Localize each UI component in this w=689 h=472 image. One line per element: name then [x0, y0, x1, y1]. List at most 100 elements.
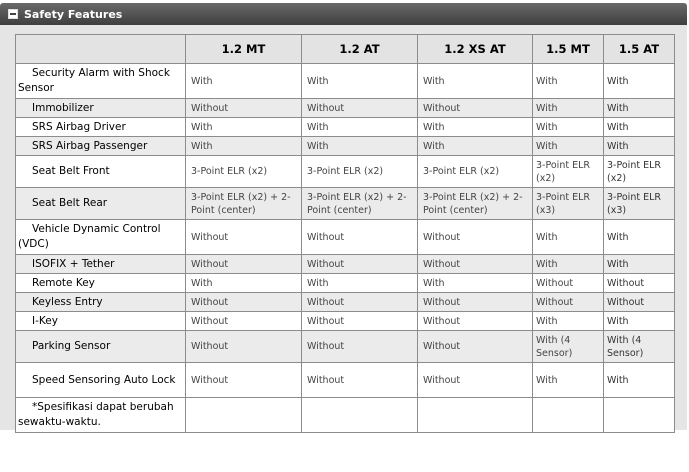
feature-value: With — [301, 273, 418, 293]
feature-label: SRS Airbag Passenger — [15, 136, 186, 156]
feature-value: Without — [417, 362, 533, 398]
feature-value: With — [417, 117, 533, 137]
table-row: Seat Belt Rear 3-Point ELR (x2) + 2-Point… — [15, 187, 675, 220]
footnote-empty-cell — [532, 397, 604, 433]
feature-value: Without — [301, 292, 418, 312]
feature-value: With — [603, 63, 675, 99]
feature-label: Remote Key — [15, 273, 186, 293]
safety-features-panel: Safety Features 1.2 MT 1.2 AT 1.2 XS AT … — [0, 0, 687, 433]
feature-label: Parking Sensor — [15, 330, 186, 363]
column-header: 1.2 MT — [185, 34, 302, 64]
feature-value: Without — [301, 311, 418, 331]
feature-value: With — [603, 254, 675, 274]
feature-value: With — [417, 136, 533, 156]
feature-value: With — [603, 219, 675, 255]
feature-label: Vehicle Dynamic Control (VDC) — [15, 219, 186, 255]
feature-value: With — [185, 136, 302, 156]
section-title: Safety Features — [24, 7, 123, 21]
feature-value: Without — [532, 273, 604, 293]
column-header: 1.5 MT — [532, 34, 604, 64]
feature-value: With — [532, 136, 604, 156]
feature-value: With — [417, 273, 533, 293]
feature-value: With — [417, 63, 533, 99]
header-blank — [15, 34, 186, 64]
feature-value: With — [603, 98, 675, 118]
feature-value: With — [301, 117, 418, 137]
footnote-row: *Spesifikasi dapat berubah sewaktu-waktu… — [15, 397, 675, 433]
feature-value: Without — [301, 362, 418, 398]
feature-value: 3-Point ELR (x3) — [532, 187, 604, 220]
feature-value: With — [532, 63, 604, 99]
column-header: 1.5 AT — [603, 34, 675, 64]
feature-value: With — [185, 273, 302, 293]
feature-value: With — [603, 362, 675, 398]
table-row: Immobilizer Without Without Without With With — [15, 98, 675, 118]
feature-value: Without — [301, 330, 418, 363]
feature-value: Without — [185, 292, 302, 312]
feature-value: Without — [417, 219, 533, 255]
feature-label: ISOFIX + Tether — [15, 254, 186, 274]
table-row: Security Alarm with Shock Sensor With With… — [15, 63, 675, 99]
feature-value: 3-Point ELR (x2) — [532, 155, 604, 188]
feature-value: 3-Point ELR (x2) — [603, 155, 675, 188]
feature-value: Without — [417, 311, 533, 331]
feature-value: With — [532, 98, 604, 118]
feature-label-text: Speed Sensoring Auto Lock — [32, 373, 176, 386]
feature-label-text: Seat Belt Rear — [32, 197, 108, 209]
feature-label: I-Key — [15, 311, 186, 331]
feature-value: With — [301, 136, 418, 156]
column-header: 1.2 AT — [301, 34, 418, 64]
table-row: SRS Airbag Driver With With With With With — [15, 117, 675, 137]
table-row: SRS Airbag Passenger With With With With With — [15, 136, 675, 156]
feature-value: Without — [417, 98, 533, 118]
feature-value: With — [532, 219, 604, 255]
feature-value: With (4 Sensor) — [603, 330, 675, 363]
footnote-empty-cell — [185, 397, 302, 433]
feature-value: With — [532, 311, 604, 331]
feature-label-text: I-Key — [32, 314, 58, 327]
feature-value: 3-Point ELR (x2) + 2-Point (center) — [185, 187, 302, 220]
feature-value: 3-Point ELR (x2) + 2-Point (center) — [417, 187, 533, 220]
feature-label-text: Remote Key — [32, 276, 95, 289]
table-row: ISOFIX + Tether Without Without Without With… — [15, 254, 675, 274]
feature-label: Keyless Entry — [15, 292, 186, 312]
collapse-icon[interactable] — [8, 9, 18, 19]
footnote: *Spesifikasi dapat berubah sewaktu-waktu… — [15, 397, 186, 433]
feature-label-text: Keyless Entry — [32, 295, 103, 308]
feature-value: Without — [417, 292, 533, 312]
feature-value: Without — [301, 98, 418, 118]
spec-table: 1.2 MT 1.2 AT 1.2 XS AT 1.5 MT 1.5 AT Se… — [15, 34, 675, 433]
feature-value: With — [532, 117, 604, 137]
feature-value: With (4 Sensor) — [532, 330, 604, 363]
feature-label-text: SRS Airbag Driver — [32, 120, 126, 133]
table-row: Speed Sensoring Auto Lock Without Without W… — [15, 362, 675, 398]
feature-value: Without — [185, 362, 302, 398]
feature-label-text: SRS Airbag Passenger — [32, 139, 148, 152]
table-row: Seat Belt Front 3-Point ELR (x2) 3-Point E… — [15, 155, 675, 188]
feature-value: Without — [185, 311, 302, 331]
feature-value: Without — [185, 98, 302, 118]
section-header[interactable]: Safety Features — [0, 3, 687, 25]
feature-value: With — [532, 254, 604, 274]
feature-value: With — [603, 136, 675, 156]
feature-label-text: Vehicle Dynamic Control (VDC) — [18, 223, 161, 250]
feature-value: Without — [417, 254, 533, 274]
footnote-empty-cell — [301, 397, 418, 433]
table-row: Vehicle Dynamic Control (VDC) Without With… — [15, 219, 675, 255]
feature-value: With — [185, 117, 302, 137]
table-row: Remote Key With With With Without Without — [15, 273, 675, 293]
feature-value: Without — [301, 219, 418, 255]
feature-value: With — [185, 63, 302, 99]
feature-value: 3-Point ELR (x3) — [603, 187, 675, 220]
feature-label: Immobilizer — [15, 98, 186, 118]
feature-label: Seat Belt Front — [15, 155, 186, 188]
table-row: Keyless Entry Without Without Without Withou… — [15, 292, 675, 312]
feature-label: Security Alarm with Shock Sensor — [15, 63, 186, 99]
feature-value: With — [532, 362, 604, 398]
feature-value: Without — [185, 219, 302, 255]
footnote-empty-cell — [603, 397, 675, 433]
column-header: 1.2 XS AT — [417, 34, 533, 64]
feature-value: 3-Point ELR (x2) — [301, 155, 418, 188]
feature-label-text: Parking Sensor — [32, 340, 111, 352]
feature-label: SRS Airbag Driver — [15, 117, 186, 137]
